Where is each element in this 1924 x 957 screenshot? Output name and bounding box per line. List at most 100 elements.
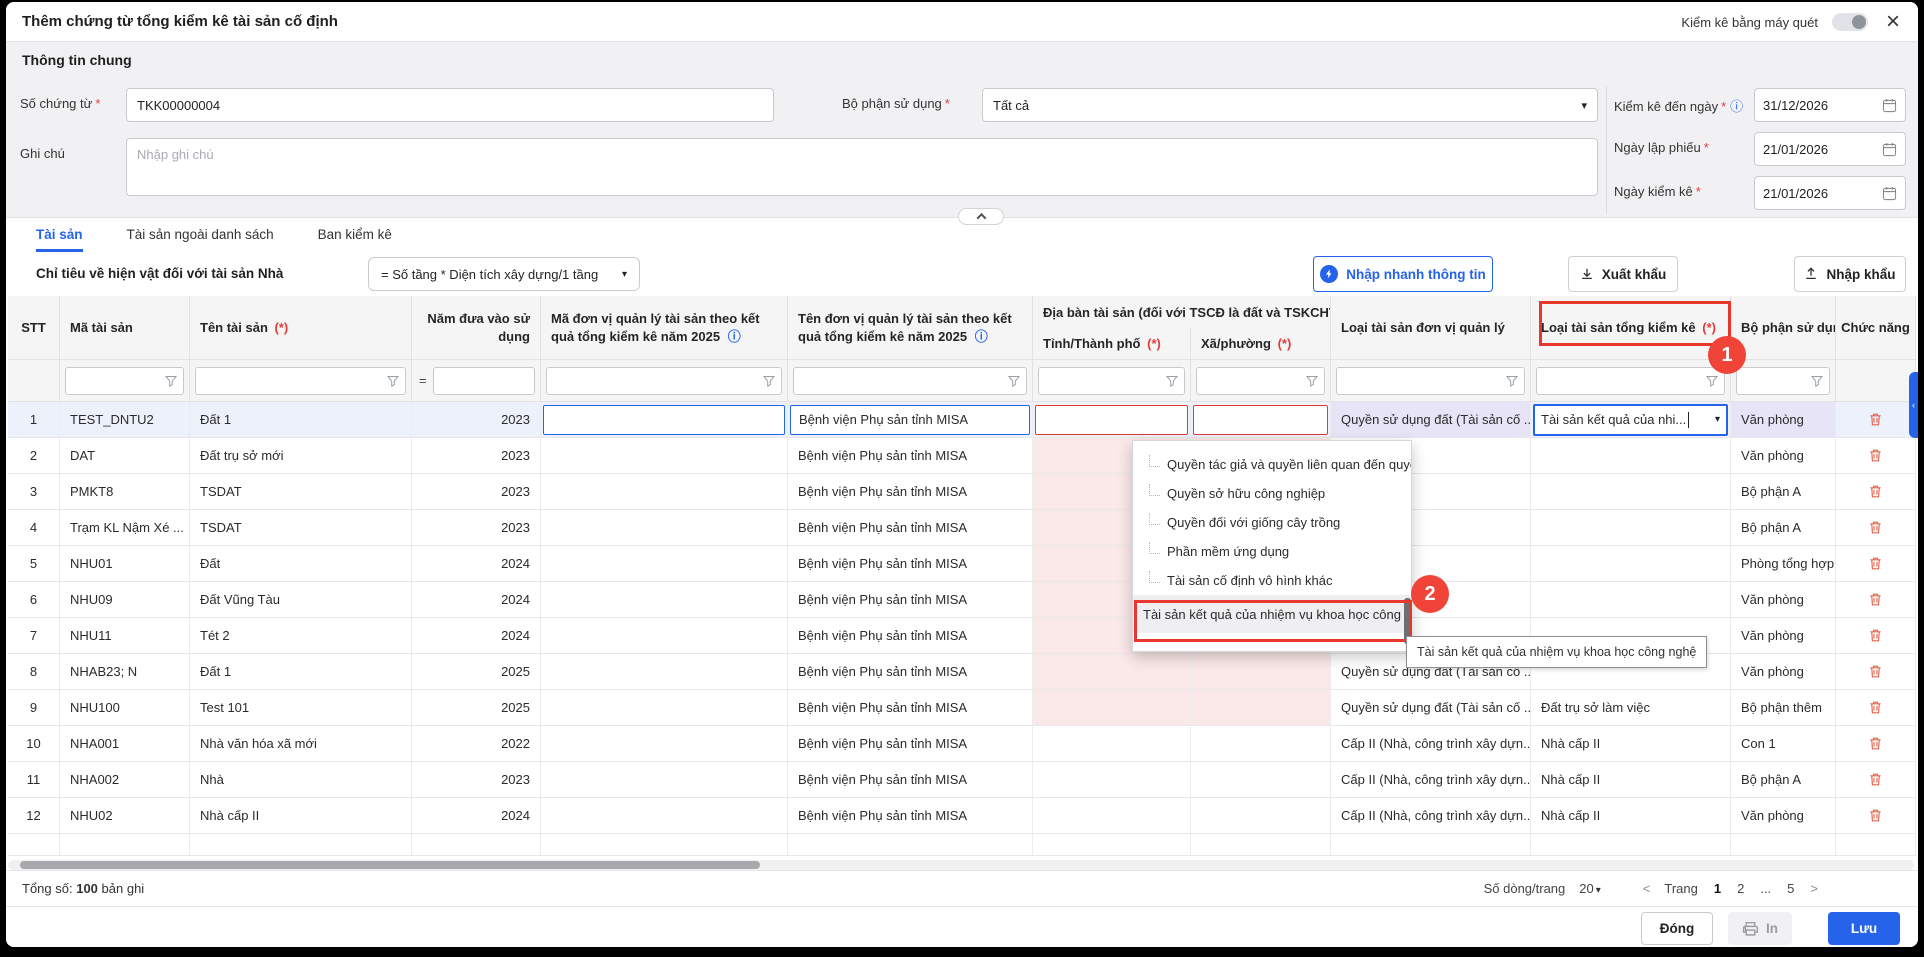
cell-department[interactable]: Văn phòng [1731, 798, 1836, 834]
cell-asset-code[interactable]: NHU09 [60, 582, 190, 618]
cell-department[interactable]: Văn phòng [1731, 582, 1836, 618]
cell-asset-name[interactable]: Tét 2 [190, 618, 412, 654]
delete-row-button[interactable] [1863, 767, 1889, 793]
cell-year[interactable]: 2023 [412, 438, 541, 474]
cell-actions[interactable] [1836, 726, 1916, 762]
dropdown-item[interactable]: Tài sản cố định vô hình khác [1133, 566, 1411, 595]
cell-mq-name[interactable]: Bệnh viện Phụ sản tỉnh MISA [788, 402, 1033, 438]
delete-row-button[interactable] [1863, 659, 1889, 685]
cell-actions[interactable] [1836, 402, 1916, 438]
collapse-section-button[interactable] [958, 208, 1004, 225]
horizontal-scrollbar[interactable] [8, 860, 1914, 870]
cell-actions[interactable] [1836, 798, 1916, 834]
cell-asset-type-inventory[interactable] [1531, 582, 1731, 618]
cell-asset-type-inventory[interactable]: Nhà cấp II [1531, 726, 1731, 762]
tab-assets-outside-list[interactable]: Tài sản ngoài danh sách [127, 218, 274, 252]
mq-name-input[interactable]: Bệnh viện Phụ sản tỉnh MISA [790, 405, 1030, 435]
filter-cell[interactable] [1033, 360, 1191, 402]
inventory-date-input[interactable]: 21/01/2026 [1754, 176, 1906, 210]
doc-no-input[interactable]: TKK00000004 [126, 88, 774, 122]
cell-year[interactable]: 2023 [412, 402, 541, 438]
criteria-dropdown[interactable]: = Số tầng * Diện tích xây dựng/1 tầng▾ [368, 257, 640, 291]
filter-cell[interactable] [1731, 360, 1836, 402]
cell-mq-code[interactable] [541, 618, 788, 654]
cell-mq-code[interactable] [541, 690, 788, 726]
cell-year[interactable]: 2024 [412, 582, 541, 618]
cell-actions[interactable] [1836, 510, 1916, 546]
page-number[interactable]: 1 [1712, 881, 1723, 896]
cell-asset-type-inventory[interactable] [1531, 510, 1731, 546]
export-button[interactable]: Xuất khẩu [1568, 256, 1678, 292]
save-button[interactable]: Lưu [1828, 912, 1900, 945]
tab-inventory-committee[interactable]: Ban kiểm kê [318, 218, 392, 252]
page-number[interactable]: 2 [1735, 881, 1746, 896]
cell-year[interactable]: 2023 [412, 510, 541, 546]
cell-province[interactable] [1033, 726, 1191, 762]
cell-province[interactable] [1033, 798, 1191, 834]
cell-commune[interactable] [1191, 798, 1331, 834]
cell-asset-name[interactable]: TSDAT [190, 510, 412, 546]
delete-row-button[interactable] [1863, 407, 1889, 433]
rows-per-page-select[interactable]: 20▾ [1579, 881, 1601, 896]
delete-row-button[interactable] [1863, 623, 1889, 649]
cell-commune[interactable] [1191, 402, 1331, 438]
import-button[interactable]: Nhập khẩu [1794, 256, 1906, 292]
cell-asset-type-unit[interactable]: Cấp II (Nhà, công trình xây dựn... [1331, 798, 1531, 834]
cell-mq-name[interactable]: Bệnh viện Phụ sản tỉnh MISA [788, 438, 1033, 474]
cell-year[interactable]: 2023 [412, 762, 541, 798]
cell-mq-code[interactable] [541, 546, 788, 582]
cell-commune[interactable] [1191, 762, 1331, 798]
cell-asset-type-inventory[interactable]: Tài sản kết quả của nhi...▾ [1531, 402, 1731, 438]
scan-toggle[interactable] [1832, 13, 1868, 31]
cell-asset-type-inventory[interactable]: Đất trụ sở làm việc [1531, 690, 1731, 726]
cell-asset-type-unit[interactable]: Quyền sử dụng đất (Tài sản cố ... [1331, 690, 1531, 726]
dropdown-item[interactable]: Phần mềm ứng dụng [1133, 537, 1411, 566]
cell-year[interactable]: 2025 [412, 654, 541, 690]
cell-asset-code[interactable]: NHU100 [60, 690, 190, 726]
note-textarea[interactable]: Nhập ghi chú [126, 138, 1598, 196]
cell-asset-code[interactable]: TEST_DNTU2 [60, 402, 190, 438]
cell-commune[interactable] [1191, 654, 1331, 690]
department-select[interactable]: Tất cả▾ [982, 88, 1598, 122]
dropdown-item[interactable]: Quyền sở hữu công nghiệp [1133, 479, 1411, 508]
cell-mq-code[interactable] [541, 582, 788, 618]
cell-mq-code[interactable] [541, 762, 788, 798]
delete-row-button[interactable] [1863, 479, 1889, 505]
dropdown-item[interactable]: Tài sản kết quả của nhiệm vụ khoa học cô… [1133, 595, 1411, 633]
cell-province[interactable] [1033, 402, 1191, 438]
cell-province[interactable] [1033, 690, 1191, 726]
cell-asset-type-unit[interactable]: Cấp II (Nhà, công trình xây dựn... [1331, 726, 1531, 762]
cell-actions[interactable] [1836, 546, 1916, 582]
print-button[interactable]: In [1728, 912, 1792, 945]
cell-mq-name[interactable]: Bệnh viện Phụ sản tỉnh MISA [788, 690, 1033, 726]
cell-asset-name[interactable]: Đất 1 [190, 654, 412, 690]
cell-asset-code[interactable]: NHAB23; N [60, 654, 190, 690]
cell-department[interactable]: Văn phòng [1731, 402, 1836, 438]
filter-cell[interactable] [1531, 360, 1731, 402]
filter-cell[interactable] [541, 360, 788, 402]
cell-asset-code[interactable]: PMKT8 [60, 474, 190, 510]
cell-year[interactable]: 2025 [412, 690, 541, 726]
cell-asset-name[interactable]: Nhà [190, 762, 412, 798]
cell-asset-name[interactable]: Đất [190, 546, 412, 582]
commune-input[interactable] [1193, 405, 1328, 435]
close-button[interactable]: Đóng [1641, 912, 1713, 945]
inventory-to-date-input[interactable]: 31/12/2026 [1754, 88, 1906, 122]
cell-asset-type-inventory[interactable] [1531, 546, 1731, 582]
cell-actions[interactable] [1836, 438, 1916, 474]
cell-asset-name[interactable]: Đất 1 [190, 402, 412, 438]
cell-asset-code[interactable]: NHU02 [60, 798, 190, 834]
cell-department[interactable]: Văn phòng [1731, 654, 1836, 690]
cell-actions[interactable] [1836, 618, 1916, 654]
cell-actions[interactable] [1836, 474, 1916, 510]
filter-cell[interactable] [190, 360, 412, 402]
cell-department[interactable]: Bộ phận A [1731, 762, 1836, 798]
filter-cell[interactable] [1331, 360, 1531, 402]
filter-cell[interactable]: = [412, 360, 541, 402]
cell-year[interactable]: 2022 [412, 726, 541, 762]
page-number[interactable]: 5 [1785, 881, 1796, 896]
filter-operator[interactable]: = [417, 373, 429, 388]
cell-mq-name[interactable]: Bệnh viện Phụ sản tỉnh MISA [788, 546, 1033, 582]
cell-mq-name[interactable]: Bệnh viện Phụ sản tỉnh MISA [788, 582, 1033, 618]
filter-cell[interactable] [60, 360, 190, 402]
